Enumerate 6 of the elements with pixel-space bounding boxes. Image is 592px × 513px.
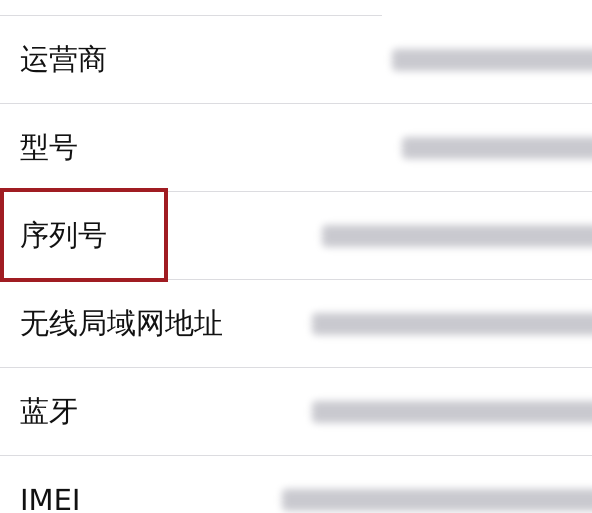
- setting-label: 序列号: [20, 216, 107, 254]
- setting-label: IMEI: [20, 482, 80, 513]
- setting-label: 蓝牙: [20, 392, 78, 430]
- setting-label: 无线局域网地址: [20, 304, 223, 342]
- setting-label: 型号: [20, 128, 78, 166]
- setting-label: 运营商: [20, 40, 107, 78]
